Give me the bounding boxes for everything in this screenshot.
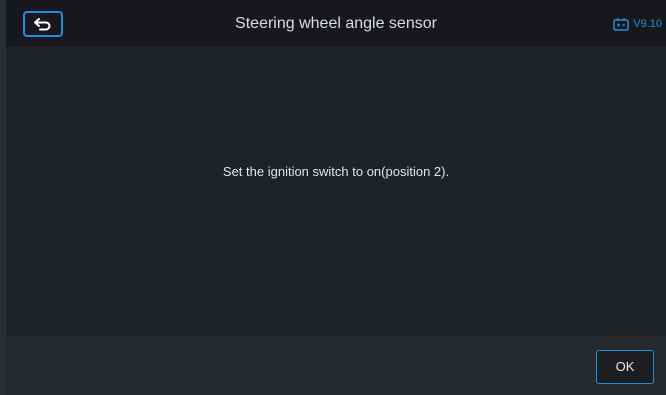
version-label: V9.10	[633, 18, 662, 30]
battery-icon	[613, 18, 629, 31]
instruction-message: Set the ignition switch to on(position 2…	[222, 164, 450, 179]
message-panel: Set the ignition switch to on(position 2…	[6, 47, 666, 336]
ok-button[interactable]: OK	[596, 350, 654, 384]
app-screen: Steering wheel angle sensor V9.10 Set th…	[0, 0, 666, 395]
back-button[interactable]	[23, 11, 63, 37]
header-bar: Steering wheel angle sensor V9.10	[6, 0, 666, 47]
back-arrow-icon	[34, 18, 51, 31]
footer-bar: OK	[6, 336, 666, 395]
version-indicator: V9.10	[613, 17, 662, 31]
page-title: Steering wheel angle sensor	[235, 15, 437, 32]
